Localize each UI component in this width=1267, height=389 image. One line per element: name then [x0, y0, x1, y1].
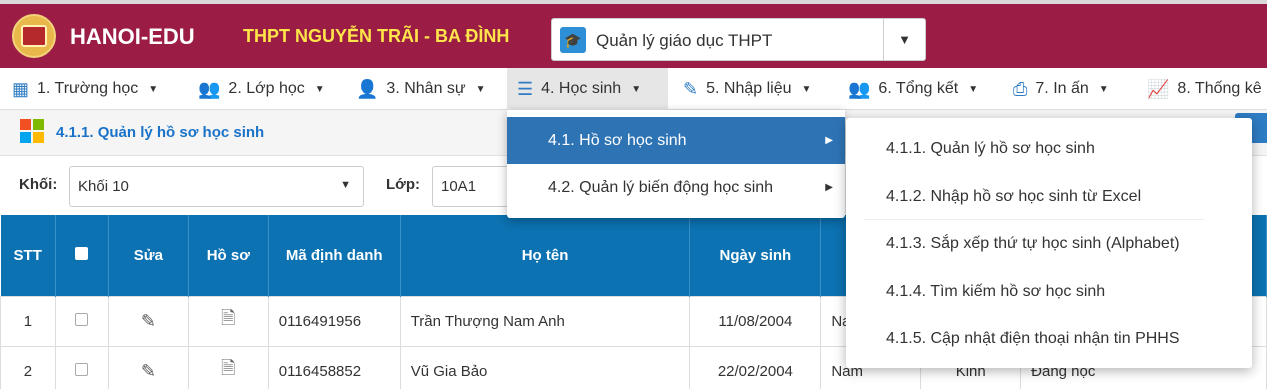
menu-label: 8. Thống kê: [1177, 80, 1262, 97]
pencil-icon[interactable]: ✎: [141, 361, 156, 381]
page-title: 4.1.1. Quản lý hồ sơ học sinh: [56, 124, 265, 141]
menu-label: 2. Lớp học: [228, 80, 305, 97]
menu-item-tong-ket[interactable]: 👥 6. Tổng kết ▼: [848, 68, 978, 110]
col-stt: STT: [0, 215, 56, 296]
cell-ho-ten: Trần Thượng Nam Anh: [399, 295, 691, 347]
dropdown-item-label: 4.2. Quản lý biến động học sinh: [548, 178, 774, 196]
document-search-icon[interactable]: 🗎: [221, 308, 235, 328]
menu-label: 6. Tổng kết: [878, 80, 959, 97]
col-ngay-sinh: Ngày sinh: [689, 215, 822, 296]
menu-label: 4. Học sinh: [541, 80, 622, 97]
pencil-icon[interactable]: ✎: [141, 311, 156, 331]
users-icon: 👥: [198, 78, 221, 99]
windows-icon: [20, 119, 44, 143]
caret-down-icon: ▼: [475, 83, 486, 95]
caret-down-icon[interactable]: ▼: [883, 19, 925, 60]
caret-down-icon: ▼: [631, 83, 642, 95]
top-bar: HANOI-EDU THPT NGUYỄN TRÃI - BA ĐÌNH 🎓 Q…: [0, 0, 1267, 68]
system-select-value: Quản lý giáo dục THPT: [596, 31, 773, 50]
graduation-cap-icon: 🎓: [560, 27, 586, 53]
cell-ho-ten: Vũ Gia Bảo: [399, 345, 691, 389]
caret-right-icon: ▶: [825, 182, 833, 193]
submenu-item-quan-ly-ho-so[interactable]: 4.1.1. Quản lý hồ sơ học sinh: [846, 125, 1252, 172]
caret-down-icon: ▼: [314, 83, 325, 95]
brand-name: HANOI-EDU: [70, 24, 195, 49]
menu-item-in-an[interactable]: ⎙ 7. In ấn ▼: [1013, 68, 1109, 110]
school-name: THPT NGUYỄN TRÃI - BA ĐÌNH: [243, 26, 510, 46]
menu-item-nhap-lieu[interactable]: ✎ 5. Nhập liệu ▼: [683, 68, 811, 110]
khoi-select[interactable]: Khối 10 ▼: [69, 166, 364, 207]
hoc-sinh-dropdown: 4.1. Hồ sơ học sinh ▶ 4.2. Quản lý biến …: [507, 110, 845, 218]
ho-so-submenu: 4.1.1. Quản lý hồ sơ học sinh 4.1.2. Nhậ…: [846, 118, 1252, 368]
col-ho-ten: Họ tên: [400, 215, 691, 296]
cell-ma-dinh-danh: 0116458852: [267, 345, 401, 389]
summary-icon: 👥: [848, 78, 871, 99]
cell-stt: 1: [0, 295, 56, 347]
menu-item-nhan-su[interactable]: 👤 3. Nhân sự ▼: [356, 68, 486, 110]
col-sua: Sửa: [108, 215, 189, 296]
col-ho-so: Hồ sơ: [188, 215, 269, 296]
dropdown-item-bien-dong[interactable]: 4.2. Quản lý biến động học sinh ▶: [507, 164, 845, 211]
cell-ma-dinh-danh: 0116491956: [267, 295, 401, 347]
menu-item-lop-hoc[interactable]: 👥 2. Lớp học ▼: [198, 68, 325, 110]
caret-down-icon: ▼: [968, 83, 979, 95]
building-icon: ▦: [12, 78, 30, 99]
cell-ngay-sinh: 22/02/2004: [689, 345, 822, 389]
row-checkbox[interactable]: [75, 312, 89, 326]
edit-icon: ✎: [683, 78, 699, 99]
main-menu: ▦ 1. Trường học ▼ 👥 2. Lớp học ▼ 👤 3. Nh…: [0, 68, 1267, 110]
lop-label: Lớp:: [386, 176, 420, 193]
hanoi-logo: [12, 14, 56, 58]
submenu-item-cap-nhat-dien-thoai[interactable]: 4.1.5. Cập nhật điện thoại nhận tin PHHS: [846, 315, 1252, 362]
col-ma-dinh-danh: Mã định danh: [268, 215, 401, 296]
caret-down-icon: ▼: [340, 179, 351, 191]
cell-ngay-sinh: 11/08/2004: [689, 295, 822, 347]
menu-label: 1. Trường học: [37, 80, 139, 97]
caret-down-icon: ▼: [801, 83, 812, 95]
caret-right-icon: ▶: [825, 135, 833, 146]
system-select[interactable]: 🎓 Quản lý giáo dục THPT ▼: [551, 18, 926, 61]
row-checkbox[interactable]: [75, 362, 89, 376]
menu-item-truong-hoc[interactable]: ▦ 1. Trường học ▼: [12, 68, 158, 110]
menu-label: 5. Nhập liệu: [706, 80, 792, 97]
submenu-item-nhap-excel[interactable]: 4.1.2. Nhập hồ sơ học sinh từ Excel: [846, 173, 1252, 220]
submenu-item-tim-kiem[interactable]: 4.1.4. Tìm kiếm hồ sơ học sinh: [846, 268, 1252, 315]
student-list-icon: ☰: [517, 78, 534, 99]
khoi-value: Khối 10: [78, 178, 129, 195]
lop-value: 10A1: [441, 178, 477, 195]
caret-down-icon: ▼: [148, 83, 159, 95]
menu-label: 3. Nhân sự: [386, 80, 466, 97]
chart-icon: 📈: [1147, 78, 1170, 99]
submenu-item-sap-xep[interactable]: 4.1.3. Sắp xếp thứ tự học sinh (Alphabet…: [846, 220, 1252, 267]
document-search-icon[interactable]: 🗎: [221, 358, 235, 378]
menu-item-thong-ke[interactable]: 📈 8. Thống kê: [1147, 68, 1267, 110]
select-all-checkbox[interactable]: [75, 246, 89, 260]
caret-down-icon: ▼: [1098, 83, 1109, 95]
staff-icon: 👤: [356, 78, 379, 99]
dropdown-item-label: 4.1. Hồ sơ học sinh: [548, 131, 687, 149]
khoi-label: Khối:: [19, 176, 58, 193]
menu-item-hoc-sinh[interactable]: ☰ 4. Học sinh ▼: [507, 68, 668, 110]
cell-stt: 2: [0, 345, 56, 389]
print-icon: ⎙: [1013, 78, 1028, 99]
dropdown-item-ho-so-hoc-sinh[interactable]: 4.1. Hồ sơ học sinh ▶: [507, 117, 845, 164]
col-select-all: [55, 215, 109, 296]
menu-label: 7. In ấn: [1035, 80, 1089, 97]
